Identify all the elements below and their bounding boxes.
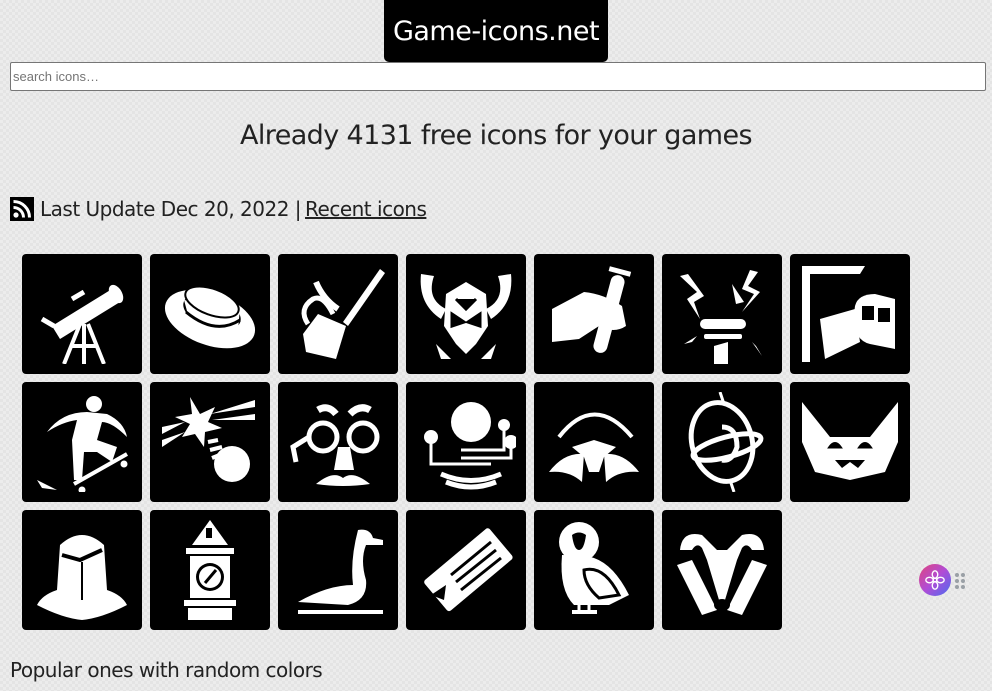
site-logo[interactable]: Game-icons.net bbox=[384, 0, 608, 62]
search-input[interactable] bbox=[10, 62, 986, 91]
barn-owl-icon bbox=[559, 522, 629, 614]
assistant-flower-icon[interactable] bbox=[919, 564, 951, 596]
groucho-disguise-icon bbox=[290, 404, 380, 486]
icon-tile-hand-test-tube[interactable] bbox=[534, 254, 654, 374]
icon-tile-clock-tower[interactable] bbox=[150, 510, 270, 630]
drag-handle-icon[interactable] bbox=[955, 573, 965, 589]
icon-tile-goblin-face[interactable] bbox=[790, 382, 910, 502]
icon-tile-oil-can[interactable] bbox=[278, 254, 398, 374]
last-update-text: Last Update Dec 20, 2022 | bbox=[40, 197, 302, 221]
knight-helmet-icon bbox=[37, 535, 127, 620]
gyroscope-icon bbox=[688, 392, 764, 492]
icon-tile-comet-impact[interactable] bbox=[150, 382, 270, 502]
page-headline: Already 4131 free icons for your games bbox=[240, 120, 753, 151]
icon-tile-boater-hat[interactable] bbox=[150, 254, 270, 374]
icon-tile-knight-helmet[interactable] bbox=[22, 510, 142, 630]
boater-hat-icon bbox=[164, 285, 256, 349]
subway-tunnel-icon bbox=[802, 266, 895, 362]
icon-tile-robot-orb[interactable] bbox=[406, 382, 526, 502]
icon-tile-electric-torch[interactable] bbox=[662, 254, 782, 374]
clock-tower-icon bbox=[184, 520, 236, 620]
icon-tile-telescope[interactable] bbox=[22, 254, 142, 374]
icon-grid bbox=[22, 254, 922, 630]
swan-icon bbox=[298, 529, 383, 614]
icon-tile-subway-tunnel[interactable] bbox=[790, 254, 910, 374]
recent-icons-link[interactable]: Recent icons bbox=[305, 197, 427, 221]
icon-tile-badger[interactable] bbox=[662, 510, 782, 630]
goblin-face-icon bbox=[802, 402, 898, 480]
badger-icon bbox=[677, 534, 767, 615]
icon-tile-horned-helm[interactable] bbox=[406, 254, 526, 374]
icon-tile-barn-owl[interactable] bbox=[534, 510, 654, 630]
horned-helm-icon bbox=[420, 274, 512, 359]
hand-test-tube-icon bbox=[552, 266, 632, 353]
icon-tile-swan[interactable] bbox=[278, 510, 398, 630]
mole-icon bbox=[549, 412, 639, 482]
popular-section-heading: Popular ones with random colors bbox=[10, 658, 323, 682]
icon-tile-mole[interactable] bbox=[534, 382, 654, 502]
icon-tile-plane-ticket[interactable] bbox=[406, 510, 526, 630]
robot-orb-icon bbox=[424, 402, 516, 490]
icon-tile-skateboarder[interactable] bbox=[22, 382, 142, 502]
plane-ticket-icon bbox=[424, 528, 513, 612]
telescope-icon bbox=[40, 284, 124, 364]
oil-can-icon bbox=[301, 269, 385, 359]
electric-torch-icon bbox=[680, 270, 762, 364]
last-update-bar: Last Update Dec 20, 2022 | Recent icons bbox=[10, 196, 427, 222]
icon-tile-gyroscope[interactable] bbox=[662, 382, 782, 502]
icon-tile-groucho-disguise[interactable] bbox=[278, 382, 398, 502]
comet-impact-icon bbox=[162, 397, 255, 482]
skateboarder-icon bbox=[37, 396, 128, 492]
rss-feed-icon[interactable] bbox=[10, 197, 34, 221]
